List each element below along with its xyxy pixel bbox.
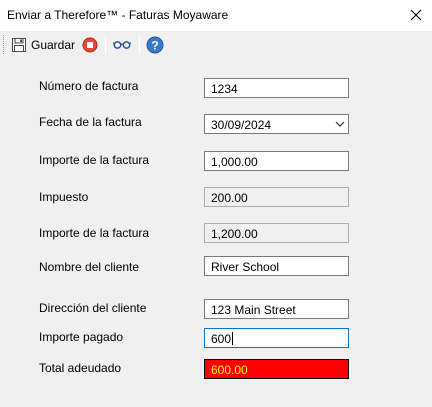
window-title: Enviar a Therefore™ - Faturas Moyaware [7,8,229,22]
invoice-date-value: 30/09/2024 [211,118,272,132]
invoice-number-label: Número de factura [39,79,139,93]
toolbar-grip [3,35,6,54]
stop-button[interactable] [79,34,101,55]
customer-name-field[interactable]: River School [204,256,349,276]
toolbar-separator [139,35,140,54]
amount-paid-field[interactable]: 600 [204,328,349,348]
amount-paid-value: 600 [211,332,232,346]
invoice-date-picker[interactable]: 30/09/2024 [204,114,349,134]
save-button-label: Guardar [31,37,76,52]
invoice-amount-total-field: 1,200.00 [204,223,349,243]
form-panel: Número de factura 1234 Fecha de la factu… [0,58,432,407]
help-icon: ? [146,36,164,53]
total-due-field: 600.00 [204,359,349,379]
svg-text:?: ? [151,38,158,52]
close-button[interactable] [403,3,429,27]
tax-field: 200.00 [204,187,349,207]
glasses-icon [113,40,131,49]
invoice-number-field[interactable]: 1234 [204,78,349,98]
invoice-amount-field[interactable]: 1,000.00 [204,151,349,171]
tax-label: Impuesto [39,190,89,204]
save-button[interactable]: Guardar [8,33,78,56]
save-icon [12,37,26,52]
help-button[interactable]: ? [144,34,166,55]
toolbar-separator [105,35,106,54]
customer-address-label: Dirección del cliente [39,301,147,315]
title-bar: Enviar a Therefore™ - Faturas Moyaware [0,0,432,31]
invoice-amount-total-label: Importe de la factura [39,226,150,240]
total-due-label: Total adeudado [39,361,122,375]
customer-name-label: Nombre del cliente [39,260,140,274]
amount-paid-label: Importe pagado [39,330,124,344]
chevron-down-icon[interactable] [335,119,345,129]
stop-icon [82,37,98,52]
invoice-date-label: Fecha de la factura [39,115,142,129]
preview-button[interactable] [111,34,133,55]
invoice-amount-label: Importe de la factura [39,153,150,167]
text-caret [232,332,234,345]
close-icon [410,9,422,21]
toolbar: Guardar ? [0,31,432,58]
customer-address-field[interactable]: 123 Main Street [204,299,349,319]
